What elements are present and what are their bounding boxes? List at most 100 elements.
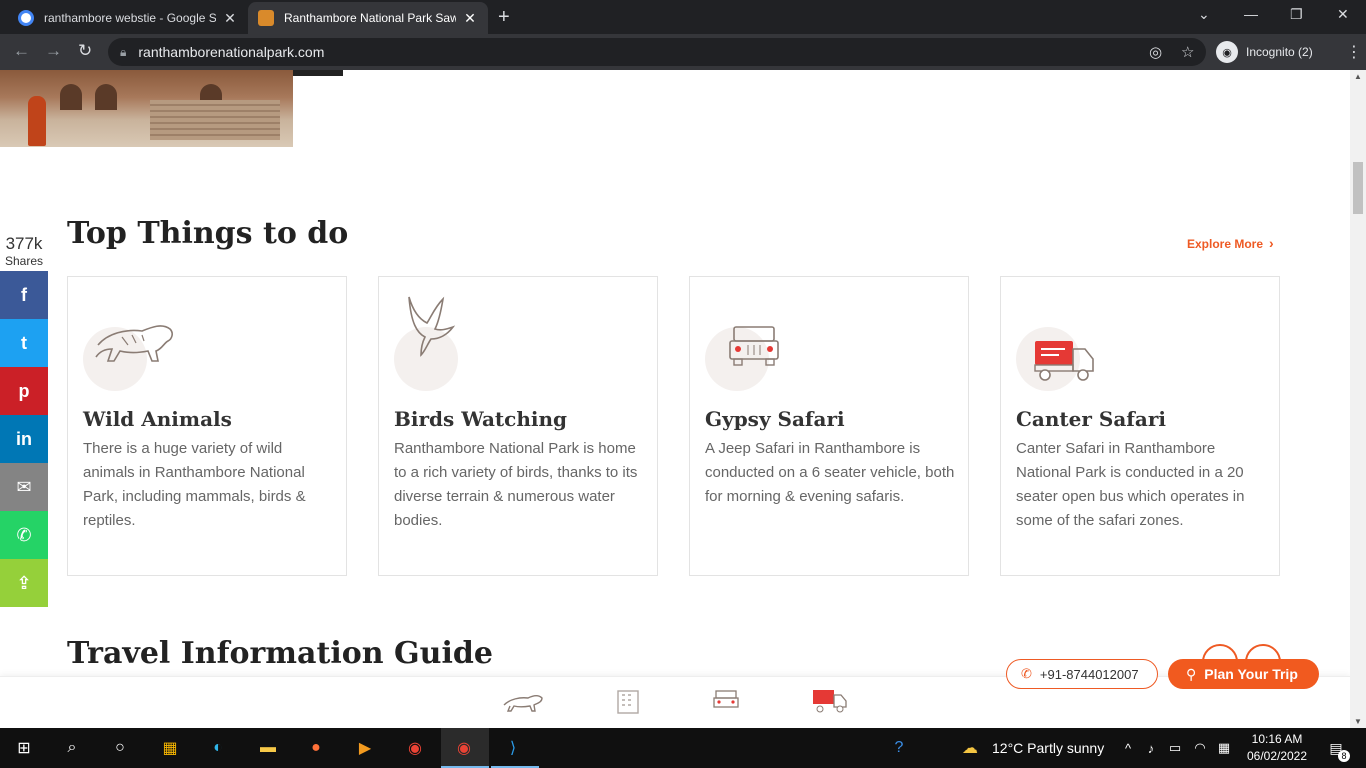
- minimize-icon[interactable]: —: [1244, 6, 1258, 22]
- share-share-icon[interactable]: ⇪: [0, 559, 48, 607]
- close-tab-icon[interactable]: ✕: [222, 10, 238, 27]
- location-pin-icon: ⚲: [1186, 665, 1197, 682]
- weather-icon[interactable]: ☁: [958, 736, 982, 760]
- scroll-down-icon[interactable]: ▼: [1354, 717, 1362, 726]
- language-icon[interactable]: ▦: [1212, 736, 1236, 760]
- truck-icon[interactable]: [812, 689, 848, 713]
- phone-number: +91-8744012007: [1039, 666, 1139, 682]
- tiger-favicon-icon: [258, 10, 274, 26]
- truck-icon: [1034, 341, 1094, 381]
- search-icon[interactable]: ⌕: [60, 736, 84, 760]
- url-text: ranthamborenationalpark.com: [138, 44, 325, 60]
- windows-taskbar: ⊞ ⌕ ○ ▦ ◐ ▬ ● ▶ ◉ ◉ ⟩ ? ☁ 12°C Partly su…: [0, 728, 1366, 768]
- lock-icon[interactable]: 🔒︎: [120, 45, 126, 60]
- volume-icon[interactable]: ♪: [1139, 736, 1163, 760]
- card-title: Canter Safari: [1016, 407, 1166, 431]
- close-tab-icon[interactable]: ✕: [462, 10, 478, 27]
- card-text: Canter Safari in Ranthambore National Pa…: [1016, 440, 1245, 529]
- notification-count: 8: [1338, 750, 1350, 762]
- firefox-icon[interactable]: ●: [304, 736, 328, 760]
- system-clock[interactable]: 10:16 AM 06/02/2022: [1240, 731, 1314, 765]
- tab-strip: ranthambore webstie - Google Se ✕ Rantha…: [0, 0, 1366, 34]
- card-gypsy-safari[interactable]: Gypsy Safari A Jeep Safari in Ranthambor…: [689, 276, 969, 576]
- card-title: Wild Animals: [83, 407, 232, 431]
- chrome-icon[interactable]: ◉: [403, 736, 427, 760]
- person-figure: [28, 96, 46, 146]
- browser-toolbar: ← → ↻ 🔒︎ ranthamborenationalpark.com ◎ ☆…: [0, 34, 1366, 70]
- chrome-incognito-icon[interactable]: ◉: [452, 736, 476, 760]
- phone-button[interactable]: ✆ +91-8744012007: [1006, 659, 1158, 689]
- incognito-label: Incognito (2): [1246, 45, 1313, 59]
- new-tab-button[interactable]: +: [498, 6, 510, 29]
- back-icon[interactable]: ←: [13, 41, 30, 61]
- google-favicon-icon: [18, 10, 34, 26]
- tiger-icon[interactable]: [502, 689, 544, 715]
- incognito-profile-button[interactable]: ◉ Incognito (2): [1216, 37, 1313, 67]
- web-page: 377k Shares f t p in ✉ ✆ ⇪ Top Things to do Ex…: [0, 70, 1350, 728]
- edge-icon[interactable]: ◐: [206, 736, 230, 760]
- hotel-icon[interactable]: [616, 689, 640, 715]
- tab-google-search[interactable]: ranthambore webstie - Google Se ✕: [8, 2, 248, 34]
- whatsapp-share-icon[interactable]: ✆: [0, 511, 48, 559]
- pinterest-share-icon[interactable]: p: [0, 367, 48, 415]
- share-label: Shares: [4, 254, 44, 268]
- help-icon[interactable]: ?: [887, 736, 911, 760]
- wifi-icon[interactable]: ◠: [1188, 736, 1212, 760]
- page-scrollbar[interactable]: ▲ ▼: [1350, 70, 1366, 728]
- card-canter-safari[interactable]: Canter Safari Canter Safari in Ranthambo…: [1000, 276, 1280, 576]
- tiger-icon: [95, 325, 173, 362]
- windows-start-icon[interactable]: ⊞: [12, 736, 36, 760]
- card-wild-animals[interactable]: Wild Animals There is a huge variety of …: [67, 276, 347, 576]
- top-things-title: Top Things to do: [67, 216, 349, 251]
- plan-label: Plan Your Trip: [1204, 666, 1298, 682]
- clock-date: 06/02/2022: [1246, 749, 1308, 763]
- travel-guide-title: Travel Information Guide: [67, 636, 493, 671]
- clock-time: 10:16 AM: [1251, 732, 1303, 746]
- close-window-icon[interactable]: ✕: [1337, 6, 1349, 23]
- task-view-icon[interactable]: ○: [108, 736, 132, 760]
- jeep-icon: [729, 326, 779, 366]
- bird-icon: [408, 296, 456, 357]
- media-player-icon[interactable]: ▶: [353, 736, 377, 760]
- card-title: Birds Watching: [394, 407, 568, 431]
- restore-icon[interactable]: ❐: [1290, 6, 1303, 23]
- incognito-icon: ◉: [1216, 41, 1238, 63]
- reload-icon[interactable]: ↻: [78, 41, 92, 61]
- card-birds-watching[interactable]: Birds Watching Ranthambore National Park…: [378, 276, 658, 576]
- browser-menu-icon[interactable]: ⋮: [1346, 42, 1362, 62]
- tab-title: ranthambore webstie - Google Se: [44, 11, 216, 25]
- jeep-icon[interactable]: [712, 689, 740, 713]
- bookmark-star-icon[interactable]: ☆: [1181, 43, 1194, 61]
- card-title: Gypsy Safari: [705, 407, 845, 431]
- card-text: There is a huge variety of wild animals …: [83, 440, 306, 529]
- address-bar[interactable]: 🔒︎ ranthamborenationalpark.com: [108, 38, 1206, 66]
- tab-title: Ranthambore National Park Sawa: [284, 11, 456, 25]
- arch-decoration: [95, 84, 117, 110]
- vscode-icon[interactable]: ⟩: [501, 736, 525, 760]
- tab-search-icon[interactable]: ⌄: [1198, 6, 1210, 23]
- store-icon[interactable]: ▦: [158, 736, 182, 760]
- share-counter: 377k Shares: [0, 234, 48, 268]
- eye-off-icon[interactable]: ◎: [1149, 43, 1162, 61]
- explore-more-link[interactable]: Explore More ›: [1187, 235, 1274, 251]
- forward-icon[interactable]: →: [45, 41, 62, 61]
- card-text: A Jeep Safari in Ranthambore is conducte…: [705, 440, 955, 505]
- arch-decoration: [60, 84, 82, 110]
- file-explorer-icon[interactable]: ▬: [256, 736, 280, 760]
- facebook-share-icon[interactable]: f: [0, 271, 48, 319]
- email-share-icon[interactable]: ✉: [0, 463, 48, 511]
- plan-your-trip-button[interactable]: ⚲ Plan Your Trip: [1168, 659, 1319, 689]
- show-hidden-icons[interactable]: ^: [1116, 736, 1140, 760]
- scroll-thumb[interactable]: [1353, 162, 1363, 214]
- share-count: 377k: [5, 234, 43, 253]
- weather-text[interactable]: 12°C Partly sunny: [992, 740, 1104, 756]
- scroll-up-icon[interactable]: ▲: [1354, 72, 1362, 81]
- card-text: Ranthambore National Park is home to a r…: [394, 440, 638, 529]
- explore-more-label: Explore More: [1187, 237, 1264, 251]
- chevron-right-icon: ›: [1269, 235, 1274, 251]
- tab-ranthambore[interactable]: Ranthambore National Park Sawa ✕: [248, 2, 488, 34]
- twitter-share-icon[interactable]: t: [0, 319, 48, 367]
- phone-icon: ✆: [1021, 666, 1032, 681]
- battery-icon[interactable]: ▭: [1163, 736, 1187, 760]
- linkedin-share-icon[interactable]: in: [0, 415, 48, 463]
